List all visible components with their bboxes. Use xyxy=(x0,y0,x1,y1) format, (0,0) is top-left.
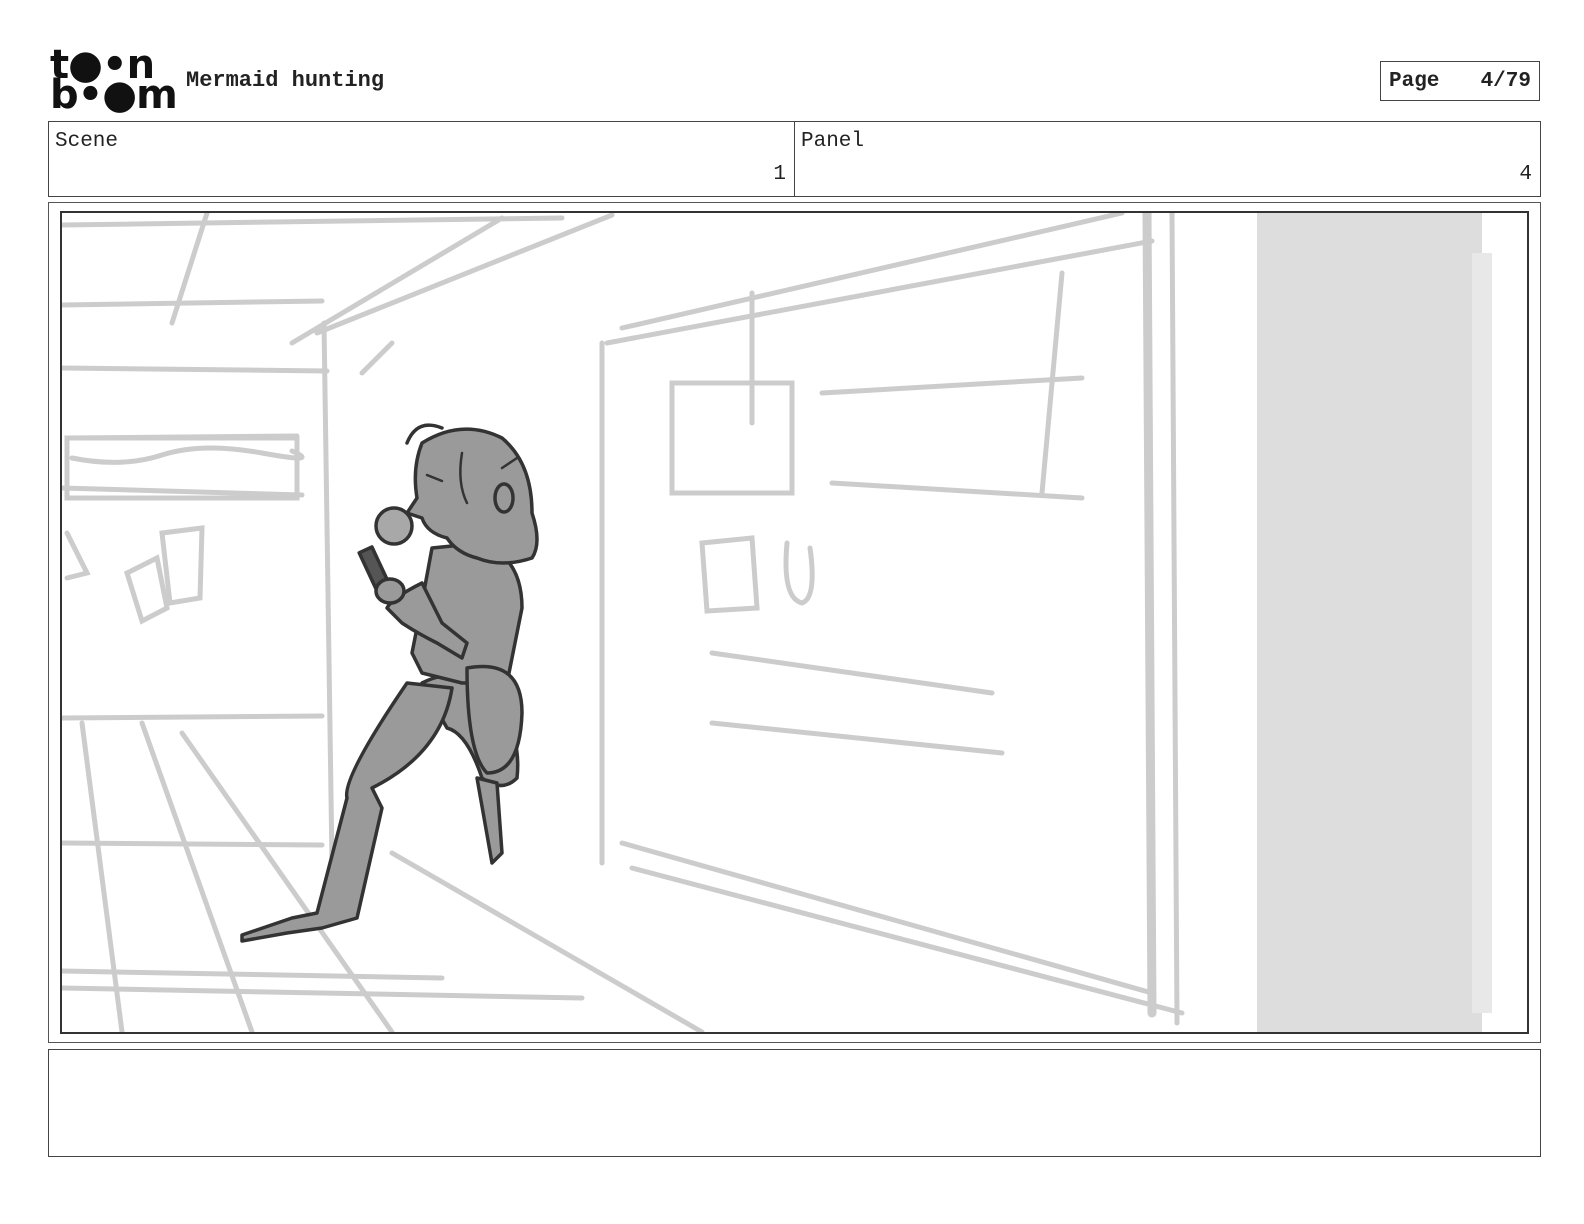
girl-character xyxy=(240,423,539,943)
storyboard-sketch xyxy=(62,213,1492,1032)
panel-cell: Panel 4 xyxy=(794,122,1540,196)
toonboom-logo: t●•n b•●m xyxy=(50,45,178,118)
background-sketch xyxy=(62,213,1185,1032)
scene-number: 1 xyxy=(773,163,786,186)
logo-line-2: b•●m xyxy=(50,72,178,118)
project-title: Mermaid hunting xyxy=(186,68,385,93)
panel-label: Panel xyxy=(801,130,865,153)
doorway-shade xyxy=(1257,213,1482,1032)
scene-cell: Scene 1 xyxy=(49,122,794,196)
page-indicator: Page 4/79 xyxy=(1380,61,1540,101)
page-label: Page xyxy=(1389,69,1440,93)
panel-frame xyxy=(60,211,1529,1034)
notes-box xyxy=(48,1049,1541,1157)
page-number: 4/79 xyxy=(1480,69,1531,93)
scene-label: Scene xyxy=(55,130,119,153)
bubble-gum xyxy=(374,506,414,546)
panel-number: 4 xyxy=(1519,163,1532,186)
scene-panel-row: Scene 1 Panel 4 xyxy=(48,121,1541,197)
